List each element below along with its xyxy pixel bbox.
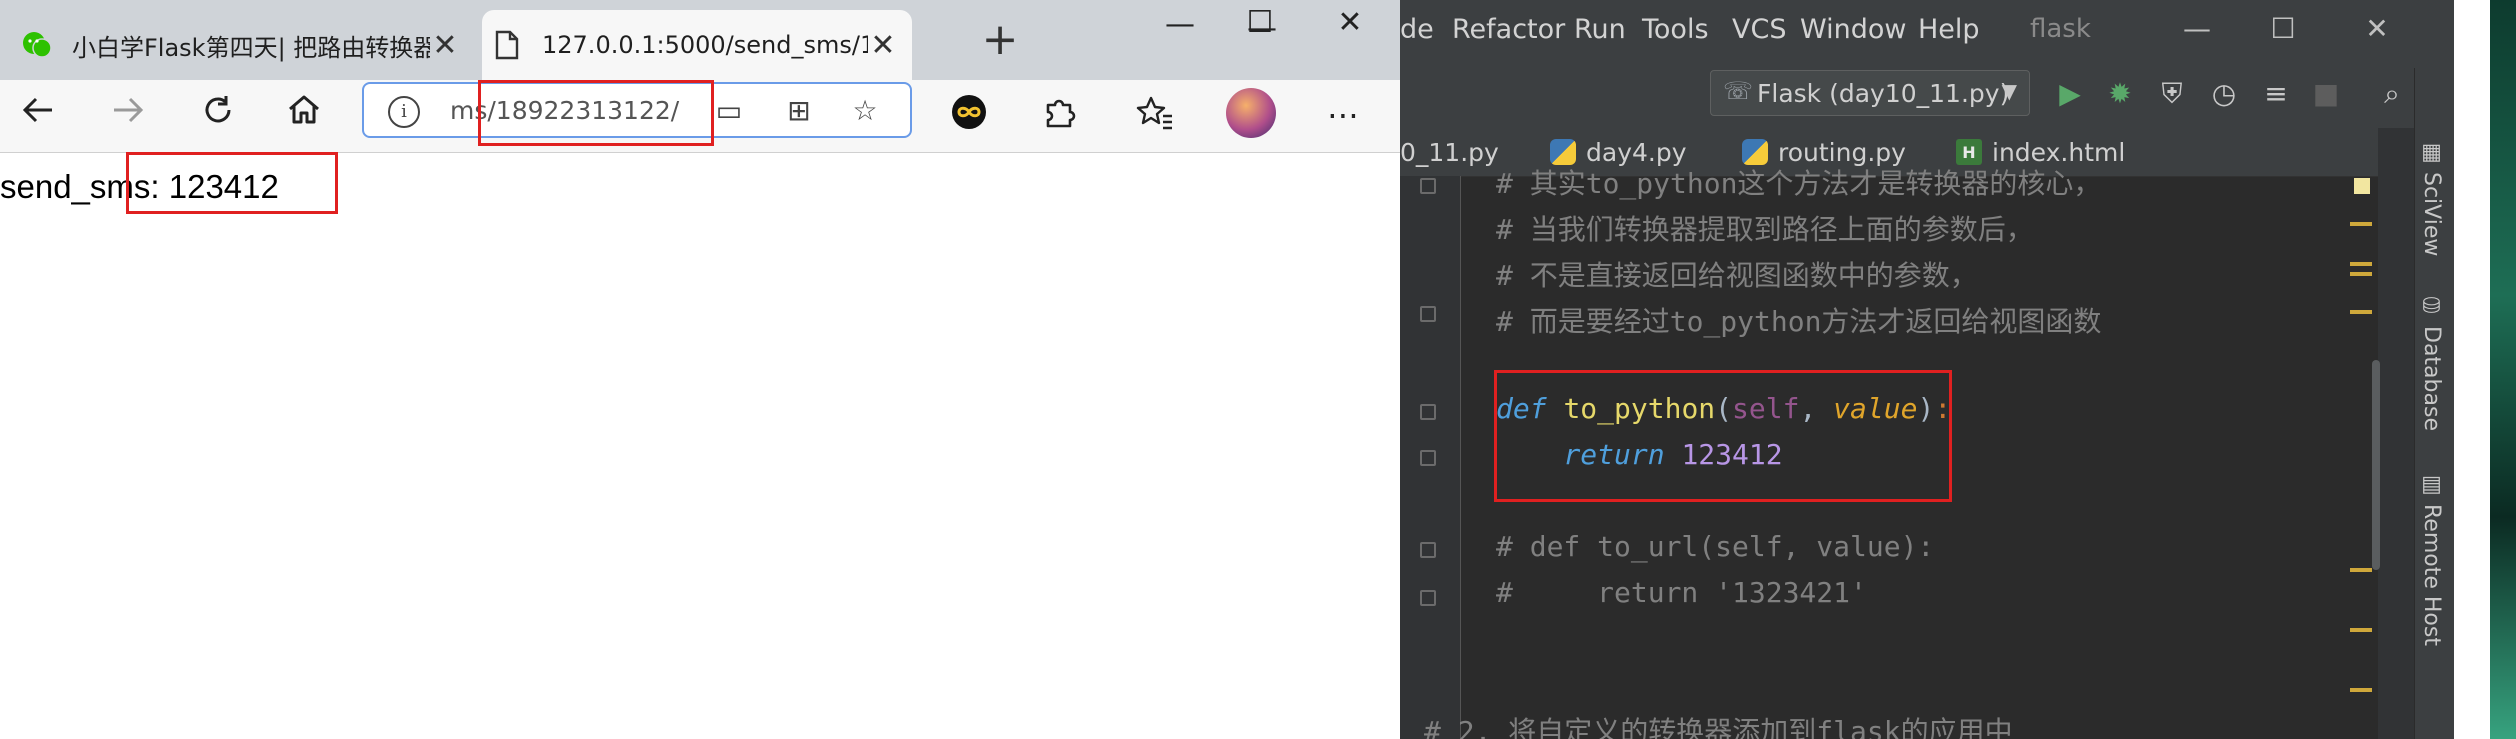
browser-tab-article[interactable]: 小白学Flask第四天| 把路由转换器 ✕ — [12, 10, 474, 80]
run-config-label: Flask (day10_11.py) — [1757, 79, 2010, 108]
menu-refactor[interactable]: Refactor — [1452, 14, 1565, 45]
menu-vcs[interactable]: VCS — [1732, 14, 1786, 45]
code-line: # 不是直接返回给视图函数中的参数， — [1496, 259, 1978, 292]
highlight-box-url — [478, 80, 714, 146]
profile-run-icon[interactable]: ◷ — [2204, 74, 2244, 114]
analysis-status-icon — [2354, 178, 2370, 194]
error-stripe-mark — [2350, 262, 2372, 266]
ide-minimize-button[interactable]: — — [2172, 12, 2222, 45]
extension-infinity-icon[interactable] — [946, 92, 992, 138]
read-aloud-icon[interactable]: ▭ — [712, 94, 746, 128]
fold-marker-icon[interactable] — [1420, 404, 1436, 420]
menu-window[interactable]: Window — [1800, 14, 1906, 45]
right-tool-window-bar: ▦ SciView ⛁ Database ▤ Remote Host — [2414, 68, 2455, 739]
forward-button[interactable] — [102, 90, 154, 142]
add-favorite-icon[interactable]: ☆ — [848, 94, 882, 128]
forward-arrow-icon — [114, 97, 144, 123]
fold-marker-icon[interactable] — [1420, 178, 1436, 194]
browser-window: 小白学Flask第四天| 把路由转换器 ✕ 127.0.0.1:5000/sen… — [0, 0, 1400, 739]
tab-title: 127.0.0.1:5000/send_sms/18922 — [542, 31, 868, 59]
back-button[interactable] — [12, 90, 64, 142]
extensions-puzzle-icon[interactable] — [1036, 92, 1082, 138]
fold-marker-icon[interactable] — [1420, 306, 1436, 322]
reload-button[interactable] — [192, 90, 244, 142]
menu-help[interactable]: Help — [1918, 14, 1980, 45]
sciview-tab[interactable]: ▦ SciView — [2419, 140, 2444, 256]
window-gap — [2454, 0, 2490, 739]
more-menu-icon[interactable]: ⋯ — [1320, 92, 1366, 138]
run-icon[interactable]: ▶ — [2050, 74, 2090, 114]
menu-tools[interactable]: Tools — [1642, 14, 1709, 45]
code-line: # 当我们转换器提取到路径上面的参数后， — [1496, 213, 2034, 246]
profile-avatar[interactable] — [1226, 88, 1276, 138]
maximize-button[interactable]: ☐ — [1232, 2, 1288, 44]
tab-label: Database — [2419, 326, 2444, 431]
search-icon[interactable]: ⌕ — [2372, 74, 2412, 114]
editor-gutter — [1400, 176, 1461, 739]
tab-title: 小白学Flask第四天| 把路由转换器 — [72, 33, 430, 62]
reload-icon — [205, 96, 231, 123]
fold-marker-icon[interactable] — [1420, 542, 1436, 558]
database-icon: ⛁ — [2419, 294, 2444, 326]
project-title: flask — [2030, 14, 2091, 44]
fold-marker-icon[interactable] — [1420, 590, 1436, 606]
concurrency-icon[interactable]: ≡ — [2256, 74, 2296, 114]
minimize-button[interactable]: — — [1152, 4, 1208, 46]
highlight-box-result — [126, 152, 338, 214]
menu-run[interactable]: Run — [1574, 14, 1626, 45]
info-icon[interactable]: i — [388, 96, 420, 128]
back-arrow-icon — [22, 97, 52, 123]
close-tab-icon[interactable]: ✕ — [868, 28, 898, 63]
ide-menu-bar: de Refactor Run Tools VCS Window Help fl… — [1400, 0, 2516, 68]
run-configuration-select[interactable]: ☏ Flask (day10_11.py) ▼ — [1710, 70, 2030, 116]
ide-close-button[interactable]: ✕ — [2352, 12, 2402, 45]
error-stripe-mark — [2350, 272, 2372, 276]
remote-host-icon: ▤ — [2419, 472, 2444, 504]
editor-scrollbar[interactable] — [2372, 360, 2380, 570]
remote-host-tab[interactable]: ▤ Remote Host — [2419, 472, 2444, 646]
debug-icon[interactable]: ✹ — [2100, 74, 2140, 114]
code-line: # def to_url(self, value): — [1496, 530, 1935, 563]
close-tab-icon[interactable]: ✕ — [430, 28, 460, 63]
favorites-icon[interactable] — [1132, 92, 1178, 138]
menu-code[interactable]: de — [1400, 14, 1434, 45]
error-stripe-mark — [2350, 568, 2372, 572]
run-config-icon: ☏ — [1723, 77, 1754, 105]
highlight-box-code — [1494, 370, 1952, 502]
home-icon — [289, 95, 319, 124]
desktop-background — [2490, 0, 2516, 739]
error-stripe-mark — [2350, 222, 2372, 226]
code-line: # 而是要经过to_python方法才返回给视图函数 — [1496, 305, 2102, 338]
stop-icon[interactable]: ■ — [2306, 74, 2346, 114]
ide-window: de Refactor Run Tools VCS Window Help fl… — [1400, 0, 2516, 739]
tab-label: SciView — [2419, 172, 2444, 257]
fold-marker-icon[interactable] — [1420, 450, 1436, 466]
editor-error-stripe — [2378, 128, 2414, 739]
wechat-icon — [20, 28, 54, 62]
grid-icon: ▦ — [2419, 140, 2444, 172]
new-tab-button[interactable]: + — [980, 18, 1020, 62]
code-line: # 其实to_python这个方法才是转换器的核心， — [1496, 167, 2102, 200]
ide-maximize-button[interactable]: ☐ — [2258, 12, 2308, 45]
database-tab[interactable]: ⛁ Database — [2419, 294, 2444, 431]
coverage-icon[interactable]: ⛨ — [2152, 74, 2192, 114]
code-line: # 2. 将自定义的转换器添加到flask的应用中 — [1424, 715, 2013, 739]
app-available-icon[interactable]: ⊞ — [782, 94, 816, 128]
code-line: # return '1323421' — [1496, 576, 1867, 609]
editor-tab[interactable]: 0_11.py — [1400, 128, 1499, 176]
editor-tab-label: 0_11.py — [1400, 137, 1499, 167]
page-icon — [490, 28, 524, 62]
home-button[interactable] — [278, 90, 330, 142]
close-window-button[interactable]: ✕ — [1322, 2, 1378, 44]
chevron-down-icon: ▼ — [2001, 79, 2017, 103]
tab-label: Remote Host — [2419, 504, 2444, 646]
error-stripe-mark — [2350, 310, 2372, 314]
error-stripe-mark — [2350, 628, 2372, 632]
error-stripe-mark — [2350, 688, 2372, 692]
browser-tab-active[interactable]: 127.0.0.1:5000/send_sms/18922 ✕ — [482, 10, 912, 80]
